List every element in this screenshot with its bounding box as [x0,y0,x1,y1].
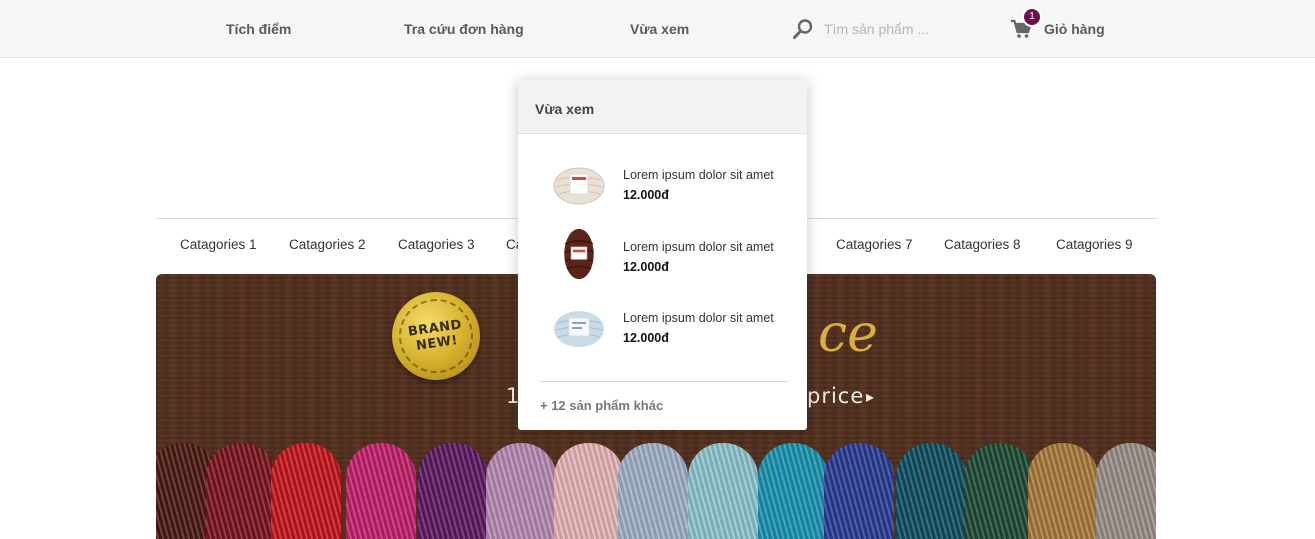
product-thumb-2 [564,228,594,280]
category-item-1[interactable]: Catagories 1 [180,219,257,271]
recent-item-2[interactable]: Lorem ipsum dolor sit amet 12.000đ [518,228,807,296]
search-box[interactable] [792,17,982,41]
dropdown-divider [540,381,788,382]
category-item-3[interactable]: Catagories 3 [398,219,475,271]
top-bar: Tích điểm Tra cứu đơn hàng Vừa xem 1 Giỏ… [0,0,1315,58]
banner-script-text: ce [818,304,878,364]
nav-link-recently-viewed[interactable]: Vừa xem [630,0,689,58]
nav-link-points[interactable]: Tích điểm [226,0,291,58]
recent-item-price: 12.000đ [623,331,669,345]
category-item-9[interactable]: Catagories 9 [1056,219,1133,271]
product-thumb-1 [553,167,605,205]
category-item-7[interactable]: Catagories 7 [836,219,913,271]
cart-count-badge: 1 [1022,7,1042,27]
yarn-skeins-image [156,429,1156,539]
brand-new-seal: BRAND NEW! [392,292,480,380]
recent-item-1[interactable]: Lorem ipsum dolor sit amet 12.000đ [518,160,807,224]
cart-label: Giỏ hàng [1044,21,1105,37]
search-input[interactable] [824,21,974,37]
recent-item-name: Lorem ipsum dolor sit amet [623,311,774,325]
product-thumb-3 [554,311,604,347]
more-products-link[interactable]: + 12 sản phẩm khác [540,398,663,413]
banner-line-right: price [807,384,865,408]
cart-button[interactable]: 1 Giỏ hàng [1010,0,1105,58]
category-item-8[interactable]: Catagories 8 [944,219,1021,271]
nav-link-order-lookup[interactable]: Tra cứu đơn hàng [404,0,524,58]
banner-arrow-icon[interactable]: ▸ [866,387,875,406]
dropdown-title: Vừa xem [518,80,807,134]
recent-item-3[interactable]: Lorem ipsum dolor sit amet 12.000đ [518,303,807,367]
search-icon[interactable] [792,18,814,40]
recent-item-price: 12.000đ [623,260,669,274]
category-item-2[interactable]: Catagories 2 [289,219,366,271]
recent-item-name: Lorem ipsum dolor sit amet [623,168,774,182]
recently-viewed-dropdown: Vừa xem Lorem ipsum dolor sit amet 12.00… [518,80,807,430]
recent-item-name: Lorem ipsum dolor sit amet [623,240,774,254]
recent-item-price: 12.000đ [623,188,669,202]
